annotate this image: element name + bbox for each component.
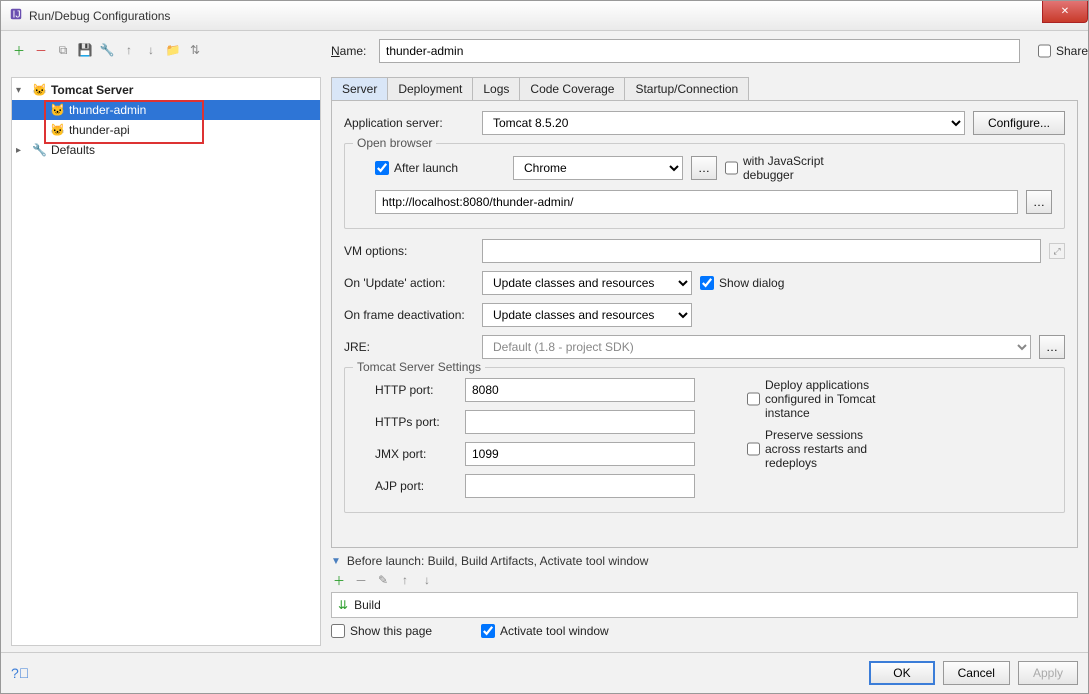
task-up-icon[interactable]: ↑ xyxy=(397,572,413,588)
tomcat-icon: 🐱 xyxy=(32,83,47,97)
cancel-button[interactable]: Cancel xyxy=(943,661,1010,685)
expand-icon[interactable]: ⤢ xyxy=(1049,243,1065,259)
build-icon: ⇊ xyxy=(338,598,348,612)
browser-ellipsis-button[interactable]: … xyxy=(691,156,717,180)
tree-node-thunder-api[interactable]: 🐱 thunder-api xyxy=(12,120,320,140)
deploy-apps-checkbox[interactable]: Deploy applications configured in Tomcat… xyxy=(747,378,877,420)
expand-toggle-icon[interactable]: ▾ xyxy=(16,85,28,96)
expand-toggle-icon[interactable]: ▸ xyxy=(16,145,28,156)
url-ellipsis-button[interactable]: … xyxy=(1026,190,1052,214)
remove-task-icon[interactable]: － xyxy=(353,572,369,588)
tomcat-settings-fieldset: Tomcat Server Settings HTTP port: HTTPs … xyxy=(344,367,1065,513)
tab-deployment[interactable]: Deployment xyxy=(387,77,473,100)
on-frame-select[interactable]: Update classes and resources xyxy=(482,303,692,327)
copy-icon[interactable]: ⧉ xyxy=(55,42,71,58)
show-dialog-checkbox[interactable]: Show dialog xyxy=(700,276,830,290)
move-down-icon[interactable]: ↓ xyxy=(143,42,159,58)
vm-options-label: VM options: xyxy=(344,244,474,258)
after-launch-checkbox[interactable]: After launch xyxy=(375,161,505,175)
http-port-input[interactable] xyxy=(465,378,695,402)
url-input[interactable] xyxy=(375,190,1018,214)
config-toolbar: ＋ － ⧉ 💾 🔧 ↑ ↓ 📁 ⇅ xyxy=(11,39,321,61)
jre-select[interactable]: Default (1.8 - project SDK) xyxy=(482,335,1031,359)
apply-button[interactable]: Apply xyxy=(1018,661,1078,685)
browser-select[interactable]: Chrome xyxy=(513,156,683,180)
http-port-label: HTTP port: xyxy=(357,383,457,397)
vm-options-input[interactable] xyxy=(482,239,1041,263)
wrench-icon[interactable]: 🔧 xyxy=(99,42,115,58)
task-down-icon[interactable]: ↓ xyxy=(419,572,435,588)
ajp-port-input[interactable] xyxy=(465,474,695,498)
app-server-label: Application server: xyxy=(344,116,474,130)
config-tabs: Server Deployment Logs Code Coverage Sta… xyxy=(331,77,1078,101)
jre-ellipsis-button[interactable]: … xyxy=(1039,335,1065,359)
edit-task-icon[interactable]: ✎ xyxy=(375,572,391,588)
close-window-button[interactable]: ✕ xyxy=(1042,1,1088,23)
dialog-footer: ?⃝ OK Cancel Apply xyxy=(1,652,1088,693)
ajp-port-label: AJP port: xyxy=(357,479,457,493)
remove-icon[interactable]: － xyxy=(33,42,49,58)
jre-label: JRE: xyxy=(344,340,474,354)
help-icon[interactable]: ?⃝ xyxy=(11,665,29,681)
name-input[interactable] xyxy=(379,39,1020,63)
app-icon: IJ xyxy=(9,7,23,24)
collapse-toggle-icon[interactable]: ▼ xyxy=(331,556,341,567)
titlebar: IJ Run/Debug Configurations ✕ xyxy=(1,1,1088,31)
tab-code-coverage[interactable]: Code Coverage xyxy=(519,77,625,100)
on-update-label: On 'Update' action: xyxy=(344,276,474,290)
configurations-tree[interactable]: ▾ 🐱 Tomcat Server 🐱 thunder-admin 🐱 thun… xyxy=(11,77,321,646)
window-title: Run/Debug Configurations xyxy=(29,9,170,23)
share-checkbox[interactable]: Share xyxy=(1038,44,1078,58)
tree-node-thunder-admin[interactable]: 🐱 thunder-admin xyxy=(12,100,320,120)
app-server-select[interactable]: Tomcat 8.5.20 xyxy=(482,111,965,135)
https-port-input[interactable] xyxy=(465,410,695,434)
tree-node-tomcat-server[interactable]: ▾ 🐱 Tomcat Server xyxy=(12,80,320,100)
sort-icon[interactable]: ⇅ xyxy=(187,42,203,58)
on-frame-label: On frame deactivation: xyxy=(344,308,474,322)
run-debug-configurations-dialog: IJ Run/Debug Configurations ✕ ＋ － ⧉ 💾 🔧 … xyxy=(0,0,1089,694)
before-launch-header[interactable]: ▼ Before launch: Build, Build Artifacts,… xyxy=(331,554,1078,568)
server-panel: Application server: Tomcat 8.5.20 Config… xyxy=(331,101,1078,548)
open-browser-fieldset: Open browser After launch Chrome … with … xyxy=(344,143,1065,229)
show-this-page-checkbox[interactable]: Show this page xyxy=(331,624,461,638)
with-js-debugger-checkbox[interactable]: with JavaScript debugger xyxy=(725,154,855,182)
tab-startup-connection[interactable]: Startup/Connection xyxy=(624,77,749,100)
tree-node-defaults[interactable]: ▸ 🔧 Defaults xyxy=(12,140,320,160)
before-launch-section: ▼ Before launch: Build, Build Artifacts,… xyxy=(331,554,1078,646)
on-update-select[interactable]: Update classes and resources xyxy=(482,271,692,295)
activate-tool-window-checkbox[interactable]: Activate tool window xyxy=(481,624,611,638)
jmx-port-input[interactable] xyxy=(465,442,695,466)
add-task-icon[interactable]: ＋ xyxy=(331,572,347,588)
wrench-icon: 🔧 xyxy=(32,143,47,157)
move-up-icon[interactable]: ↑ xyxy=(121,42,137,58)
jmx-port-label: JMX port: xyxy=(357,447,457,461)
tab-server[interactable]: Server xyxy=(331,77,388,100)
tomcat-local-icon: 🐱 xyxy=(50,123,65,137)
name-label: Name: xyxy=(331,44,371,58)
https-port-label: HTTPs port: xyxy=(357,415,457,429)
preserve-sessions-checkbox[interactable]: Preserve sessions across restarts and re… xyxy=(747,428,877,470)
before-launch-list[interactable]: ⇊ Build xyxy=(331,592,1078,618)
save-template-icon[interactable]: 💾 xyxy=(77,42,93,58)
configure-button[interactable]: Configure... xyxy=(973,111,1065,135)
folder-icon[interactable]: 📁 xyxy=(165,42,181,58)
tomcat-local-icon: 🐱 xyxy=(50,103,65,117)
add-icon[interactable]: ＋ xyxy=(11,42,27,58)
tab-logs[interactable]: Logs xyxy=(472,77,520,100)
svg-text:IJ: IJ xyxy=(13,9,21,21)
ok-button[interactable]: OK xyxy=(869,661,934,685)
